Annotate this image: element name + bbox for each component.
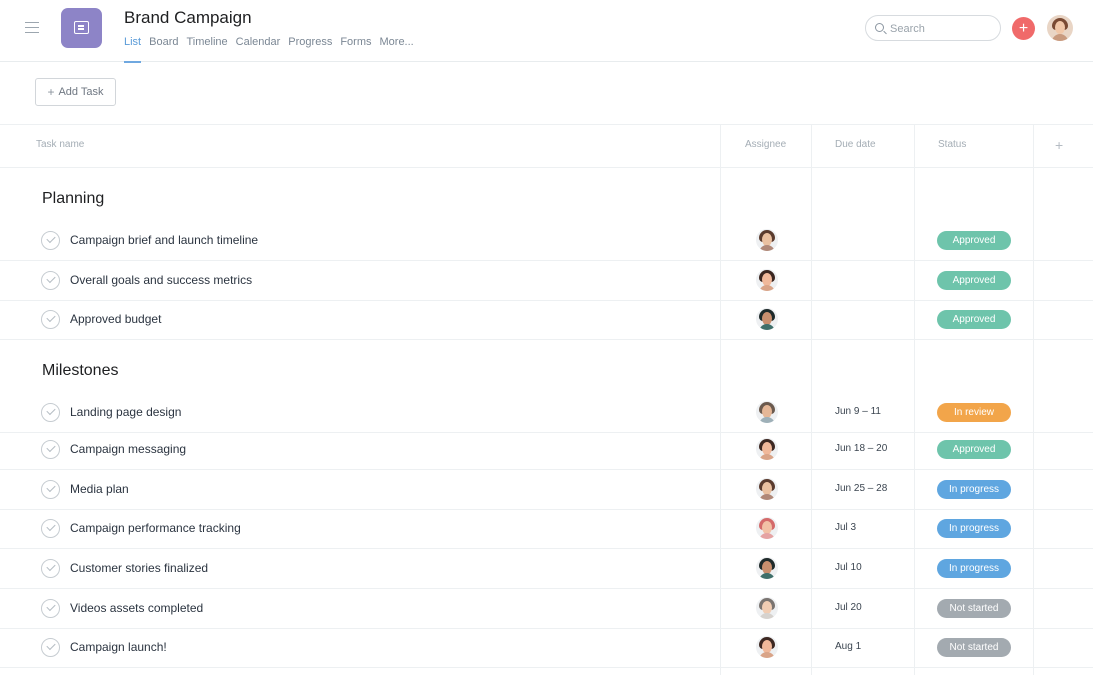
task-row[interactable]: Customer stories finalized Jul 10 In progr…	[0, 549, 1093, 589]
status-badge[interactable]: Approved	[937, 310, 1011, 329]
task-name[interactable]: Videos assets completed	[70, 601, 203, 615]
header-row-bottom-divider	[0, 167, 1093, 168]
due-date[interactable]: Jul 10	[835, 562, 862, 573]
complete-check-icon[interactable]	[41, 231, 60, 250]
assignee-avatar[interactable]	[756, 438, 778, 460]
complete-check-icon[interactable]	[41, 519, 60, 538]
user-avatar[interactable]	[1047, 15, 1073, 41]
task-row[interactable]: Campaign messaging Jun 18 – 20 Approved	[0, 430, 1093, 470]
task-name[interactable]: Landing page design	[70, 405, 181, 419]
status-badge[interactable]: Approved	[937, 440, 1011, 459]
tab-list[interactable]: List	[124, 36, 142, 63]
due-date[interactable]: Jun 18 – 20	[835, 443, 887, 454]
column-header-task-name[interactable]: Task name	[36, 139, 84, 150]
assignee-avatar[interactable]	[756, 269, 778, 291]
search-input[interactable]	[890, 20, 990, 37]
assignee-avatar[interactable]	[756, 229, 778, 251]
task-row[interactable]: Media plan Jun 25 – 28 In progress	[0, 470, 1093, 510]
search-icon	[875, 23, 884, 32]
complete-check-icon[interactable]	[41, 599, 60, 618]
assignee-avatar[interactable]	[756, 478, 778, 500]
menu-icon[interactable]	[25, 22, 39, 34]
assignee-avatar[interactable]	[756, 517, 778, 539]
status-badge[interactable]: In progress	[937, 559, 1011, 578]
column-header-status[interactable]: Status	[938, 139, 966, 150]
section-title-milestones[interactable]: Milestones	[42, 362, 118, 380]
tab-progress[interactable]: Progress	[288, 36, 332, 62]
task-row[interactable]: Campaign brief and launch timeline Approv…	[0, 221, 1093, 261]
tab-calendar[interactable]: Calendar	[236, 36, 281, 62]
due-date[interactable]: Jul 20	[835, 602, 862, 613]
task-name[interactable]: Customer stories finalized	[70, 561, 208, 575]
due-date[interactable]: Jun 9 – 11	[835, 406, 881, 417]
status-badge[interactable]: Approved	[937, 231, 1011, 250]
section-title-planning[interactable]: Planning	[42, 190, 104, 208]
assignee-avatar[interactable]	[756, 401, 778, 423]
task-row[interactable]: Landing page design Jun 9 – 11 In review	[0, 393, 1093, 433]
task-name[interactable]: Media plan	[70, 482, 129, 496]
task-row[interactable]: Campaign launch! Aug 1 Not started	[0, 628, 1093, 668]
task-name[interactable]: Campaign brief and launch timeline	[70, 233, 258, 247]
column-header-due-date[interactable]: Due date	[835, 139, 876, 150]
add-task-button[interactable]: + Add Task	[35, 78, 116, 106]
project-header: Brand Campaign List Board Timeline Calen…	[0, 0, 1093, 63]
page-title: Brand Campaign	[124, 8, 252, 27]
complete-check-icon[interactable]	[41, 440, 60, 459]
due-date[interactable]: Aug 1	[835, 641, 861, 652]
task-name[interactable]: Campaign launch!	[70, 640, 167, 654]
task-row[interactable]: Campaign performance tracking Jul 3 In pro…	[0, 509, 1093, 549]
complete-check-icon[interactable]	[41, 480, 60, 499]
row-divider	[0, 667, 1093, 668]
task-row[interactable]: Approved budget Approved	[0, 300, 1093, 340]
search-box[interactable]	[865, 15, 1001, 41]
tab-board[interactable]: Board	[149, 36, 178, 62]
quick-add-button[interactable]: +	[1012, 17, 1035, 40]
complete-check-icon[interactable]	[41, 310, 60, 329]
tab-timeline[interactable]: Timeline	[186, 36, 227, 62]
plus-icon: +	[47, 85, 55, 99]
add-task-label: Add Task	[58, 86, 104, 98]
task-name[interactable]: Campaign messaging	[70, 442, 186, 456]
tab-forms[interactable]: Forms	[340, 36, 371, 62]
status-badge[interactable]: Not started	[937, 638, 1011, 657]
column-header-assignee[interactable]: Assignee	[745, 139, 786, 150]
status-badge[interactable]: Not started	[937, 599, 1011, 618]
view-tabs: List Board Timeline Calendar Progress Fo…	[124, 36, 422, 63]
complete-check-icon[interactable]	[41, 271, 60, 290]
status-badge[interactable]: In progress	[937, 480, 1011, 499]
complete-check-icon[interactable]	[41, 559, 60, 578]
add-column-button[interactable]: +	[1055, 137, 1063, 153]
project-icon	[61, 8, 102, 48]
status-badge[interactable]: In progress	[937, 519, 1011, 538]
complete-check-icon[interactable]	[41, 403, 60, 422]
status-badge[interactable]: In review	[937, 403, 1011, 422]
complete-check-icon[interactable]	[41, 638, 60, 657]
task-name[interactable]: Approved budget	[70, 312, 161, 326]
assignee-avatar[interactable]	[756, 308, 778, 330]
row-divider	[0, 339, 1093, 340]
header-row-top-divider	[0, 124, 1093, 125]
assignee-avatar[interactable]	[756, 636, 778, 658]
status-badge[interactable]: Approved	[937, 271, 1011, 290]
task-name[interactable]: Overall goals and success metrics	[70, 273, 252, 287]
task-row[interactable]: Videos assets completed Jul 20 Not started	[0, 589, 1093, 629]
due-date[interactable]: Jun 25 – 28	[835, 483, 887, 494]
due-date[interactable]: Jul 3	[835, 522, 856, 533]
assignee-avatar[interactable]	[756, 597, 778, 619]
task-name[interactable]: Campaign performance tracking	[70, 521, 241, 535]
task-row[interactable]: Overall goals and success metrics Approve…	[0, 261, 1093, 301]
assignee-avatar[interactable]	[756, 557, 778, 579]
tab-more[interactable]: More...	[380, 36, 414, 62]
